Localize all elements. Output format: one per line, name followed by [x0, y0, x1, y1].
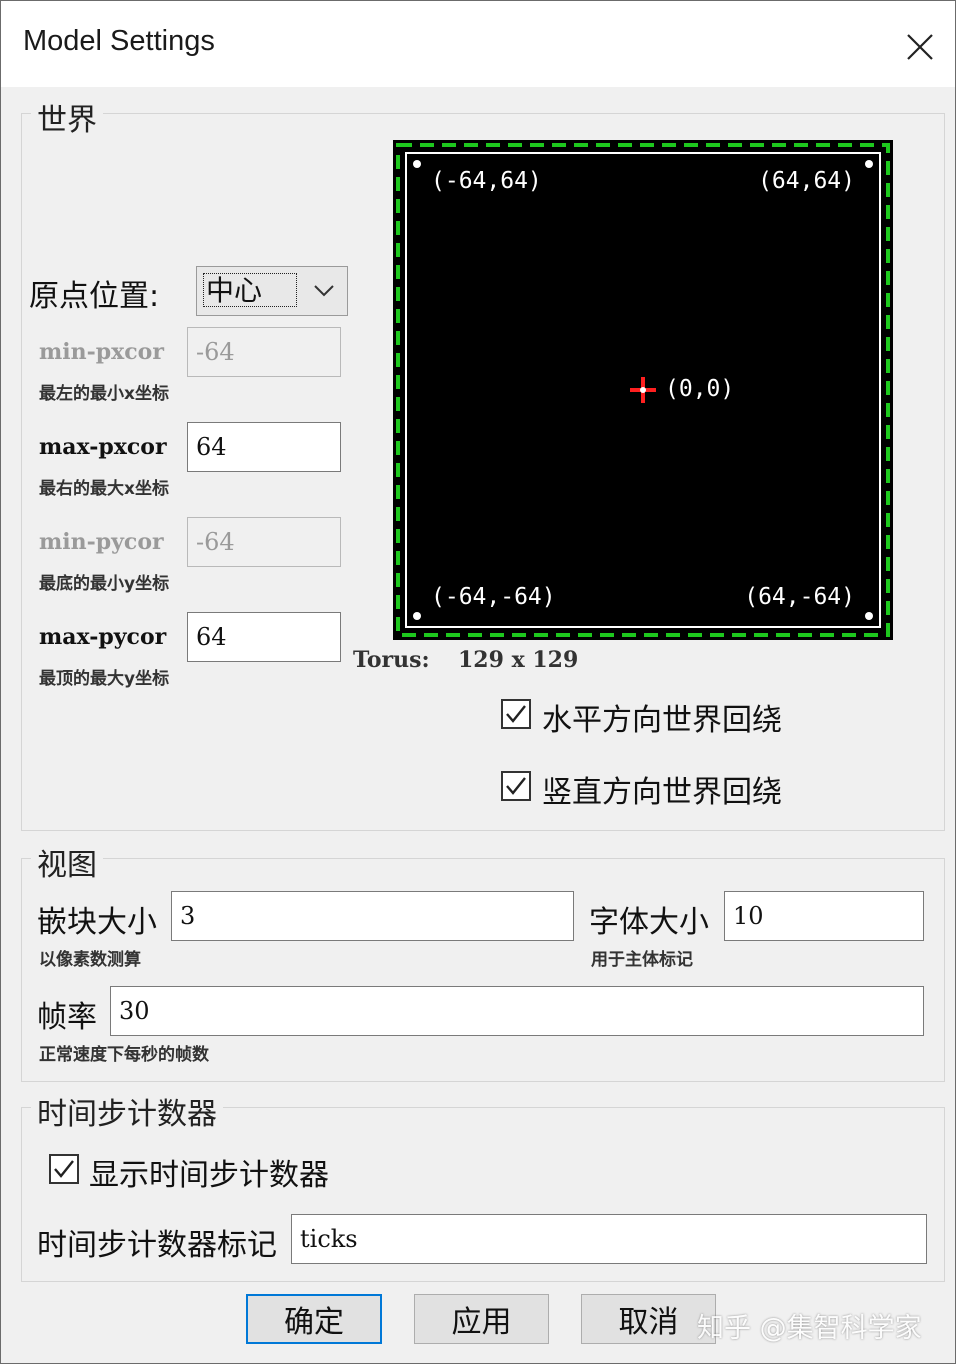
frame-rate-hint: 正常速度下每秒的帧数 — [39, 1045, 209, 1065]
dialog-title: Model Settings — [23, 25, 215, 57]
min-pycor-label: min-pycor — [39, 529, 164, 555]
top-left-coord: (-64,64) — [431, 168, 542, 194]
corner-dot — [413, 612, 421, 620]
model-settings-dialog: Model Settings 世界 原点位置: 中心 min-pxcor -64… — [0, 0, 956, 1364]
checkmark-icon — [506, 777, 526, 795]
origin-dropdown-value: 中心 — [203, 273, 297, 307]
min-pycor-hint: 最底的最小y坐标 — [39, 574, 170, 594]
font-size-input[interactable]: 10 — [724, 891, 924, 941]
tick-counter-label-input[interactable]: ticks — [291, 1214, 927, 1264]
bottom-right-coord: (64,-64) — [744, 584, 855, 610]
min-pycor-input[interactable]: -64 — [187, 517, 341, 567]
patch-size-input[interactable]: 3 — [171, 891, 574, 941]
min-pxcor-label: min-pxcor — [39, 339, 164, 365]
max-pxcor-input[interactable]: 64 — [187, 422, 341, 472]
max-pycor-label: max-pycor — [39, 624, 167, 650]
world-preview: (-64,64) (64,64) (0,0) (-64,-64) (64,-64… — [393, 140, 893, 640]
frame-rate-label: 帧率 — [37, 1000, 97, 1035]
center-coord: (0,0) — [665, 376, 735, 402]
top-right-coord: (64,64) — [758, 168, 855, 194]
max-pycor-hint: 最顶的最大y坐标 — [39, 669, 170, 689]
checkmark-icon — [54, 1160, 74, 1178]
checkmark-icon — [506, 705, 526, 723]
min-pxcor-hint: 最左的最小x坐标 — [39, 384, 169, 404]
view-legend: 视图 — [31, 840, 103, 884]
torus-label: Torus: — [353, 647, 430, 673]
world-legend: 世界 — [31, 95, 103, 139]
max-pxcor-hint: 最右的最大x坐标 — [39, 479, 169, 499]
apply-button[interactable]: 应用 — [414, 1294, 549, 1344]
wrap-horizontal-checkbox[interactable] — [501, 699, 531, 729]
chevron-down-icon — [314, 285, 334, 297]
show-tick-counter-checkbox[interactable] — [49, 1154, 79, 1184]
wrap-vertical-checkbox[interactable] — [501, 771, 531, 801]
torus-size: 129 x 129 — [458, 647, 579, 673]
patch-size-label: 嵌块大小 — [37, 905, 157, 940]
tick-counter-label-label: 时间步计数器标记 — [37, 1228, 277, 1263]
close-icon[interactable] — [896, 23, 944, 71]
wrap-vertical-label[interactable]: 竖直方向世界回绕 — [542, 767, 782, 811]
wrap-horizontal-label[interactable]: 水平方向世界回绕 — [542, 695, 782, 739]
max-pycor-input[interactable]: 64 — [187, 612, 341, 662]
origin-label: 原点位置: — [29, 279, 160, 314]
world-border — [396, 143, 890, 637]
corner-dot — [865, 612, 873, 620]
patch-size-hint: 以像素数测算 — [39, 950, 141, 970]
watermark: 知乎 @集智科学家 — [697, 1313, 922, 1344]
corner-dot — [413, 160, 421, 168]
tick-counter-legend: 时间步计数器 — [31, 1089, 223, 1133]
title-bar: Model Settings — [1, 1, 955, 87]
cancel-button[interactable]: 取消 — [581, 1294, 716, 1344]
show-tick-counter-label[interactable]: 显示时间步计数器 — [89, 1150, 329, 1194]
font-size-hint: 用于主体标记 — [591, 950, 693, 970]
ok-button[interactable]: 确定 — [246, 1294, 382, 1344]
corner-dot — [865, 160, 873, 168]
bottom-left-coord: (-64,-64) — [431, 584, 556, 610]
frame-rate-input[interactable]: 30 — [110, 986, 924, 1036]
max-pxcor-label: max-pxcor — [39, 434, 167, 460]
min-pxcor-input[interactable]: -64 — [187, 327, 341, 377]
origin-dropdown[interactable]: 中心 — [196, 266, 348, 316]
font-size-label: 字体大小 — [589, 905, 709, 940]
